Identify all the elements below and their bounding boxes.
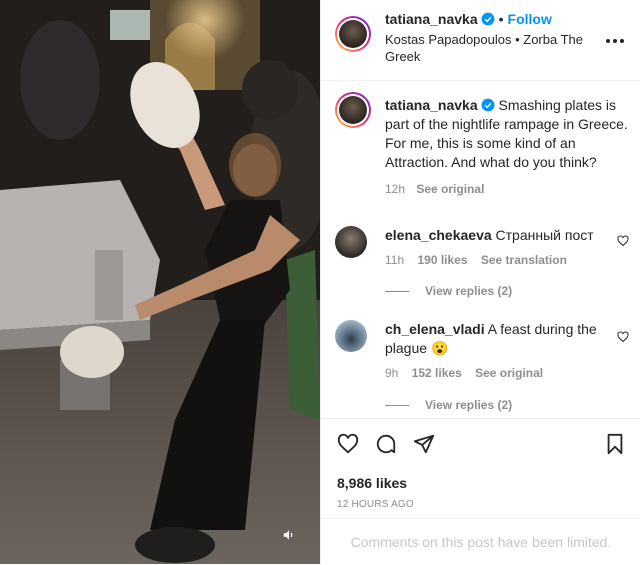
author-username[interactable]: tatiana_navka (385, 11, 478, 27)
comment-text: Странный пост (495, 227, 594, 243)
comment-item: ch_elena_vladi A feast during the plague… (385, 320, 620, 383)
see-original-link[interactable]: See original (475, 366, 543, 380)
verified-badge-icon (481, 12, 495, 26)
more-options-icon (606, 39, 624, 43)
bookmark-icon (607, 433, 623, 455)
comment-emoji: 😮 (430, 340, 449, 356)
separator-dot: • (498, 11, 504, 27)
post-caption: tatiana_navka Smashing plates is part of… (385, 96, 629, 199)
verified-badge-icon (481, 98, 495, 112)
post-header: tatiana_navka • Follow Kostas Papadopoulos… (321, 0, 640, 81)
comment-username[interactable]: ch_elena_vladi (385, 321, 485, 337)
instagram-post: tatiana_navka • Follow Kostas Papadopoulos… (0, 0, 640, 564)
comment-time[interactable]: 11h (385, 253, 404, 267)
caption-meta: 12h See original (385, 180, 629, 199)
post-actions: 8,986 likes 12 HOURS AGO (321, 418, 640, 525)
comment-item: elena_chekaeva Странный пост 11h 190 lik… (385, 226, 620, 270)
comment-like-button[interactable] (617, 234, 629, 252)
like-button[interactable] (337, 433, 359, 460)
more-options-button[interactable] (605, 32, 625, 50)
author-avatar[interactable] (335, 16, 371, 52)
comment-like-button[interactable] (617, 330, 629, 348)
view-replies-label: View replies (2) (425, 398, 513, 412)
audio-toggle-button[interactable] (282, 528, 306, 552)
caption-time[interactable]: 12h (385, 182, 405, 196)
view-replies-button[interactable]: View replies (2) (385, 284, 512, 298)
heart-icon (337, 433, 359, 454)
comment-meta: 9h 152 likes See original (385, 364, 620, 383)
save-button[interactable] (605, 433, 625, 460)
likes-count[interactable]: 8,986 likes (337, 475, 407, 491)
comment-likes[interactable]: 152 likes (412, 366, 462, 380)
post-location[interactable]: Kostas Papadopoulos • Zorba The Greek (385, 31, 585, 65)
view-replies-button[interactable]: View replies (2) (385, 398, 512, 412)
view-replies-label: View replies (2) (425, 284, 513, 298)
comment-time[interactable]: 9h (385, 366, 398, 380)
header-title-row: tatiana_navka • Follow (385, 11, 552, 29)
comment-icon (376, 434, 396, 454)
commenter-avatar[interactable] (335, 320, 367, 352)
post-sidebar: tatiana_navka • Follow Kostas Papadopoulos… (320, 0, 640, 564)
comment-button[interactable] (375, 433, 397, 460)
comment-likes[interactable]: 190 likes (417, 253, 467, 267)
caption-username[interactable]: tatiana_navka (385, 97, 478, 113)
see-original-link[interactable]: See original (416, 182, 484, 196)
see-translation-link[interactable]: See translation (481, 253, 567, 267)
post-video[interactable] (0, 0, 320, 564)
share-button[interactable] (413, 433, 435, 460)
speaker-icon (283, 530, 293, 540)
share-icon (413, 434, 435, 454)
comment-meta: 11h 190 likes See translation (385, 251, 620, 270)
comments-limited-notice: Comments on this post have been limited. (321, 518, 640, 565)
heart-icon (617, 331, 629, 343)
video-frame (0, 0, 320, 564)
caption-avatar[interactable] (335, 92, 371, 128)
commenter-avatar[interactable] (335, 226, 367, 258)
heart-icon (617, 235, 629, 247)
post-timestamp[interactable]: 12 HOURS AGO (337, 499, 414, 510)
comment-username[interactable]: elena_chekaeva (385, 227, 492, 243)
follow-button[interactable]: Follow (508, 11, 552, 27)
